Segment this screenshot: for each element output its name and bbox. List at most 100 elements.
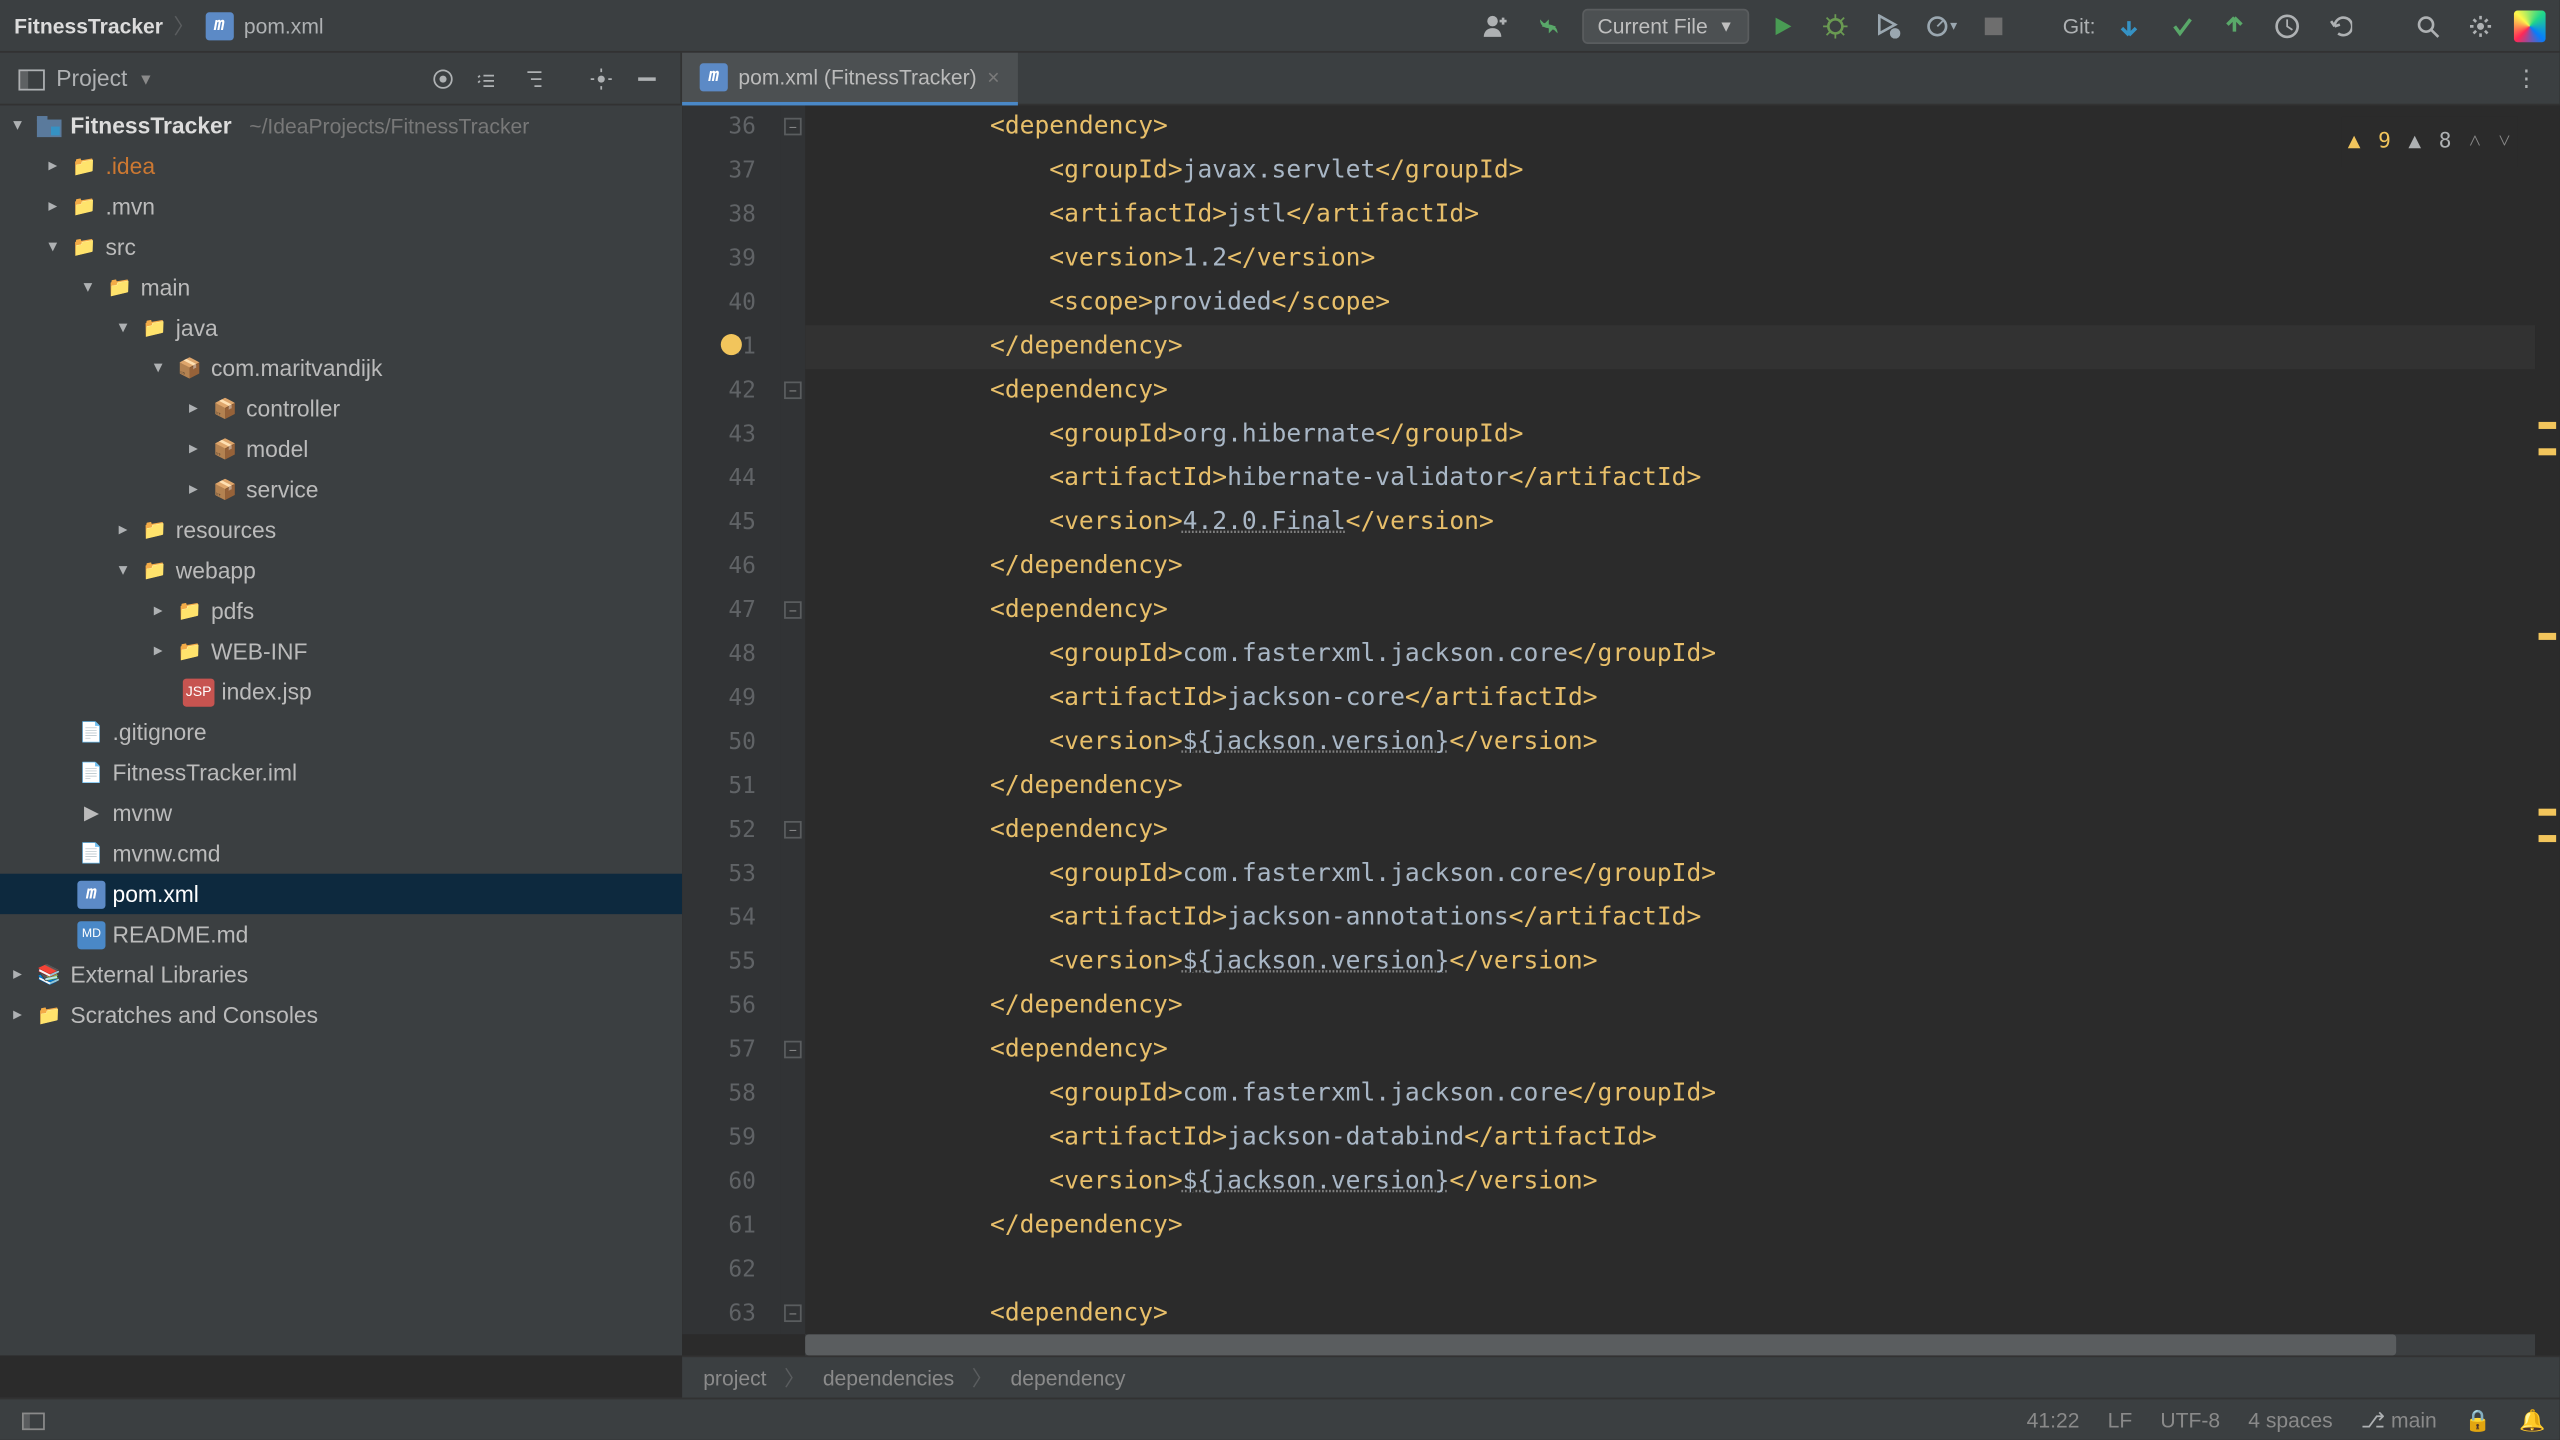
- tree-root[interactable]: ▾ FitnessTracker ~/IdeaProjects/FitnessT…: [0, 105, 682, 145]
- code-area[interactable]: ▲9 ▲8 ˄ ˅ <dependency> <groupId>javax.se…: [805, 105, 2559, 1334]
- code-line[interactable]: <artifactId>jackson-annotations</artifac…: [805, 897, 2559, 941]
- fold-gutter[interactable]: −−−−−−: [781, 105, 806, 1334]
- code-line[interactable]: <groupId>javax.servlet</groupId>: [805, 149, 2559, 193]
- notifications-icon[interactable]: 🔔: [2519, 1407, 2545, 1432]
- code-line[interactable]: </dependency>: [805, 984, 2559, 1028]
- branch-icon: ⎇: [2361, 1407, 2385, 1432]
- code-line[interactable]: <artifactId>jackson-databind</artifactId…: [805, 1116, 2559, 1160]
- tree-item-indexjsp[interactable]: JSPindex.jsp: [0, 672, 682, 712]
- tree-item-pdfs[interactable]: ▸📁pdfs: [0, 591, 682, 631]
- code-line[interactable]: <groupId>com.fasterxml.jackson.core</gro…: [805, 1072, 2559, 1116]
- select-opened-file-icon[interactable]: [424, 59, 463, 98]
- horizontal-scrollbar[interactable]: [805, 1334, 2535, 1355]
- git-rollback-icon[interactable]: [2321, 6, 2360, 45]
- tree-item-extlib[interactable]: ▸📚External Libraries: [0, 955, 682, 995]
- code-line[interactable]: </dependency>: [805, 765, 2559, 809]
- code-line[interactable]: <dependency>: [805, 369, 2559, 413]
- add-user-icon[interactable]: [1476, 6, 1515, 45]
- tree-item-webinf[interactable]: ▸📁WEB-INF: [0, 631, 682, 671]
- tree-item-gitignore[interactable]: 📄.gitignore: [0, 712, 682, 752]
- code-line[interactable]: <dependency>: [805, 1028, 2559, 1072]
- sync-icon[interactable]: [1529, 6, 1568, 45]
- code-line[interactable]: </dependency>: [805, 545, 2559, 589]
- breadcrumb-project[interactable]: FitnessTracker: [14, 13, 163, 38]
- tool-settings-icon[interactable]: [582, 59, 621, 98]
- code-line[interactable]: </dependency>: [805, 325, 2559, 369]
- project-tree[interactable]: ▾ FitnessTracker ~/IdeaProjects/FitnessT…: [0, 105, 682, 1355]
- indent-config[interactable]: 4 spaces: [2248, 1407, 2332, 1432]
- code-line[interactable]: <dependency>: [805, 105, 2559, 149]
- code-line[interactable]: <artifactId>hibernate-validator</artifac…: [805, 457, 2559, 501]
- coverage-button[interactable]: [1869, 6, 1908, 45]
- tree-item-readme[interactable]: MDREADME.md: [0, 914, 682, 954]
- code-line[interactable]: <groupId>com.fasterxml.jackson.core</gro…: [805, 633, 2559, 677]
- code-line[interactable]: [805, 1248, 2559, 1292]
- tree-item-idea[interactable]: ▸📁.idea: [0, 146, 682, 186]
- git-pull-icon[interactable]: [2110, 6, 2149, 45]
- code-line[interactable]: <version>${jackson.version}</version>: [805, 721, 2559, 765]
- breadcrumb-file[interactable]: pom.xml: [244, 13, 324, 38]
- git-commit-icon[interactable]: [2162, 6, 2201, 45]
- project-label: Project: [56, 65, 127, 91]
- chevron-right-icon: 〉: [174, 11, 195, 41]
- ide-logo-icon[interactable]: [2514, 10, 2546, 42]
- crumb-project[interactable]: project: [703, 1365, 766, 1390]
- run-button[interactable]: [1764, 6, 1803, 45]
- tree-item-model[interactable]: ▸📦model: [0, 429, 682, 469]
- tree-item-controller[interactable]: ▸📦controller: [0, 389, 682, 429]
- caret-position[interactable]: 41:22: [2027, 1407, 2080, 1432]
- code-line[interactable]: <dependency>: [805, 589, 2559, 633]
- tree-item-webapp[interactable]: ▾📁webapp: [0, 550, 682, 590]
- editor-tab-pom[interactable]: m pom.xml (FitnessTracker) ×: [682, 52, 1017, 105]
- tree-item-mvnwcmd[interactable]: 📄mvnw.cmd: [0, 833, 682, 873]
- editor-breadcrumb[interactable]: project 〉 dependencies 〉 dependency: [682, 1355, 2560, 1397]
- tree-item-package[interactable]: ▾📦com.maritvandijk: [0, 348, 682, 388]
- tree-item-mvn[interactable]: ▸📁.mvn: [0, 186, 682, 226]
- line-separator[interactable]: LF: [2108, 1407, 2133, 1432]
- tool-windows-toggle-icon[interactable]: [14, 1400, 53, 1439]
- intention-bulb-icon[interactable]: [721, 334, 742, 355]
- tree-item-iml[interactable]: 📄FitnessTracker.iml: [0, 752, 682, 792]
- expand-all-icon[interactable]: [469, 59, 508, 98]
- project-view-selector[interactable]: Project ▼: [0, 64, 171, 92]
- stop-button[interactable]: [1975, 6, 2014, 45]
- crumb-dependencies[interactable]: dependencies: [823, 1365, 954, 1390]
- tab-list-icon[interactable]: ⋮: [2507, 59, 2546, 98]
- code-line[interactable]: <groupId>com.fasterxml.jackson.core</gro…: [805, 853, 2559, 897]
- tree-root-path: ~/IdeaProjects/FitnessTracker: [249, 113, 529, 138]
- git-branch[interactable]: ⎇ main: [2361, 1407, 2437, 1432]
- code-line[interactable]: <scope>provided</scope>: [805, 281, 2559, 325]
- debug-button[interactable]: [1817, 6, 1856, 45]
- code-line[interactable]: <version>4.2.0.Final</version>: [805, 501, 2559, 545]
- code-line[interactable]: <version>${jackson.version}</version>: [805, 1160, 2559, 1204]
- tree-item-src[interactable]: ▾📁src: [0, 227, 682, 267]
- tree-item-mvnw[interactable]: ▶mvnw: [0, 793, 682, 833]
- collapse-all-icon[interactable]: [515, 59, 554, 98]
- code-line[interactable]: </dependency>: [805, 1204, 2559, 1248]
- tree-item-main[interactable]: ▾📁main: [0, 267, 682, 307]
- git-history-icon[interactable]: [2268, 6, 2307, 45]
- code-line[interactable]: <groupId>org.hibernate</groupId>: [805, 413, 2559, 457]
- tree-item-service[interactable]: ▸📦service: [0, 469, 682, 509]
- code-line[interactable]: <dependency>: [805, 1292, 2559, 1334]
- crumb-dependency[interactable]: dependency: [1010, 1365, 1125, 1390]
- profile-button[interactable]: ▾: [1922, 6, 1961, 45]
- tree-item-scratches[interactable]: ▸📁Scratches and Consoles: [0, 995, 682, 1035]
- code-line[interactable]: <version>1.2</version>: [805, 237, 2559, 281]
- code-line[interactable]: <artifactId>jackson-core</artifactId>: [805, 677, 2559, 721]
- tree-item-pom[interactable]: mpom.xml: [0, 874, 682, 914]
- editor[interactable]: 3637383940414243444546474849505152535455…: [682, 105, 2560, 1355]
- readonly-lock-icon[interactable]: 🔒: [2465, 1407, 2491, 1432]
- close-tab-icon[interactable]: ×: [987, 64, 999, 89]
- tree-item-java[interactable]: ▾📁java: [0, 308, 682, 348]
- file-encoding[interactable]: UTF-8: [2160, 1407, 2220, 1432]
- tree-item-resources[interactable]: ▸📁resources: [0, 510, 682, 550]
- git-push-icon[interactable]: [2215, 6, 2254, 45]
- code-line[interactable]: <version>${jackson.version}</version>: [805, 941, 2559, 985]
- code-line[interactable]: <dependency>: [805, 809, 2559, 853]
- code-line[interactable]: <artifactId>jstl</artifactId>: [805, 193, 2559, 237]
- run-configuration-selector[interactable]: Current File ▼: [1582, 8, 1750, 43]
- search-icon[interactable]: [2408, 6, 2447, 45]
- hide-tool-icon[interactable]: [628, 59, 667, 98]
- settings-icon[interactable]: [2461, 6, 2500, 45]
